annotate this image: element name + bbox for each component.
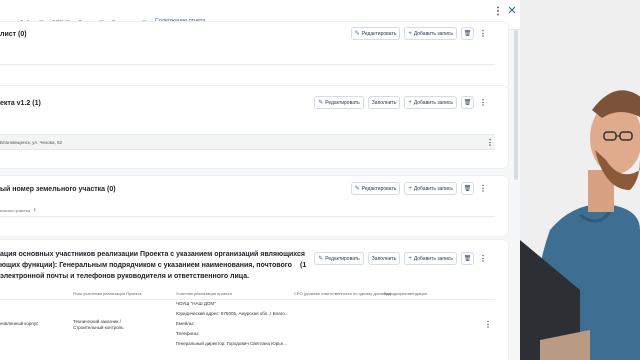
edit-button[interactable]: ✎ Редактировать: [314, 252, 364, 265]
add-record-button[interactable]: + Добавить запись: [404, 96, 457, 109]
plus-icon: +: [408, 255, 412, 262]
scrollbar[interactable]: [514, 30, 518, 180]
fill-button[interactable]: Заполнить: [367, 96, 401, 109]
more-options-icon[interactable]: ⋮: [478, 96, 488, 109]
row-more-icon[interactable]: ⋮: [485, 136, 495, 149]
report-app: орот Файлы0 ЗДО0 Задачи0 Замечания0 Соде…: [0, 0, 520, 360]
column-header: Роль участника реализации Проекта: [73, 291, 142, 296]
divider: [0, 216, 495, 217]
section-card: ация основных участников реализации Прое…: [0, 240, 508, 360]
section-title-line: ющих функции): Генеральным подрядчиком с…: [0, 262, 292, 269]
section-title: ация основных участников реализации Прое…: [0, 251, 305, 258]
more-options-icon[interactable]: ⋮: [478, 182, 488, 195]
presenter-webcam-image: [520, 0, 640, 360]
pencil-icon: ✎: [354, 31, 360, 37]
section-card: екта v1.2 (1) ✎ Редактировать Заполнить +…: [0, 86, 508, 168]
button-label: Добавить запись: [413, 30, 453, 37]
button-label: Редактировать: [325, 99, 360, 106]
pencil-icon: ✎: [318, 256, 324, 262]
edit-button[interactable]: ✎ Редактировать: [350, 27, 401, 40]
section-actions: ✎ Редактировать Заполнить + Добавить запис…: [314, 252, 488, 265]
plus-icon: +: [408, 185, 412, 192]
add-record-button[interactable]: + Добавить запись: [404, 252, 457, 265]
trash-icon: 🗑: [463, 186, 472, 192]
table-cell: Юридический адрес: 675005, Амурская обл.…: [176, 311, 289, 316]
trash-icon: 🗑: [463, 256, 472, 262]
delete-button[interactable]: 🗑: [461, 252, 474, 265]
button-label: Редактировать: [361, 185, 397, 192]
more-options-icon[interactable]: ⋮: [478, 252, 488, 265]
more-options-icon[interactable]: ⋮: [478, 27, 488, 40]
edit-button[interactable]: ✎ Редактировать: [314, 96, 364, 109]
section-title: екта v1.2 (1): [0, 100, 41, 107]
trash-icon: 🗑: [463, 31, 472, 37]
table-row[interactable]: Благовещенск, ул. Чехова, 52 ⋮: [0, 134, 495, 150]
fill-button[interactable]: Заполнить: [367, 252, 401, 265]
delete-button[interactable]: 🗑: [461, 96, 474, 109]
pencil-icon: ✎: [354, 186, 360, 192]
close-icon[interactable]: ✕: [505, 3, 519, 17]
section-title: лист (0): [0, 31, 27, 38]
plus-icon: +: [408, 30, 412, 37]
table-cell: ЧОУШ "НАШ ДОМ": [176, 301, 216, 306]
button-label: Редактировать: [325, 255, 360, 262]
delete-button[interactable]: 🗑: [461, 182, 474, 195]
button-label: Заполнить: [371, 255, 397, 262]
header-more-icon[interactable]: ⋮: [492, 4, 504, 18]
button-label: Добавить запись: [413, 185, 453, 192]
delete-button[interactable]: 🗑: [461, 27, 474, 40]
plus-icon: +: [408, 99, 412, 106]
pencil-icon: ✎: [318, 100, 324, 106]
column-header: Участник реализации проекта: [176, 291, 232, 296]
add-record-button[interactable]: + Добавить запись: [404, 182, 457, 195]
section-actions: ✎ Редактировать + Добавить запись 🗑 ⋮: [350, 182, 488, 195]
add-record-button[interactable]: + Добавить запись: [404, 27, 457, 40]
section-card: ый номер земельного участка (0) ✎ Редакти…: [0, 176, 508, 236]
address-cell: Благовещенск, ул. Чехова, 52: [0, 140, 63, 145]
record-count: (1: [300, 262, 307, 269]
section-title-line: электронной почты и телефонов руководите…: [0, 273, 250, 280]
presenter-illustration: [520, 0, 640, 360]
button-label: Заполнить: [371, 99, 397, 106]
button-label: Редактировать: [361, 30, 397, 37]
table-cell: Емейлы:: [176, 321, 195, 326]
trash-icon: 🗑: [463, 100, 472, 106]
section-card: лист (0) ✎ Редактировать + Добавить запись…: [0, 22, 508, 90]
table-cell: Генеральный директор: Городович Светлана…: [176, 341, 287, 346]
table-cell: новленный корпус: [0, 321, 39, 326]
column-header: ельного участка: [0, 208, 30, 213]
table-row[interactable]: новленный корпус Технический заказчик / …: [0, 300, 495, 360]
button-label: Добавить запись: [413, 99, 453, 106]
edit-button[interactable]: ✎ Редактировать: [350, 182, 401, 195]
section-actions: ✎ Редактировать + Добавить запись 🗑 ⋮: [350, 27, 488, 40]
row-more-icon[interactable]: ⋮: [483, 318, 493, 331]
section-actions: ✎ Редактировать Заполнить + Добавить запис…: [314, 96, 488, 109]
divider: [0, 64, 495, 65]
table-cell: Технический заказчик / Строительный конт…: [73, 319, 124, 330]
section-title: ый номер земельного участка (0): [0, 186, 116, 193]
button-label: Добавить запись: [413, 255, 453, 262]
table-cell: Телефоны:: [176, 331, 200, 336]
column-header: СРО (уровень ответственности по одному д…: [294, 291, 392, 296]
column-header: Выводы/рекомендации: [384, 291, 428, 296]
sort-icon[interactable]: ⇕: [33, 207, 36, 212]
